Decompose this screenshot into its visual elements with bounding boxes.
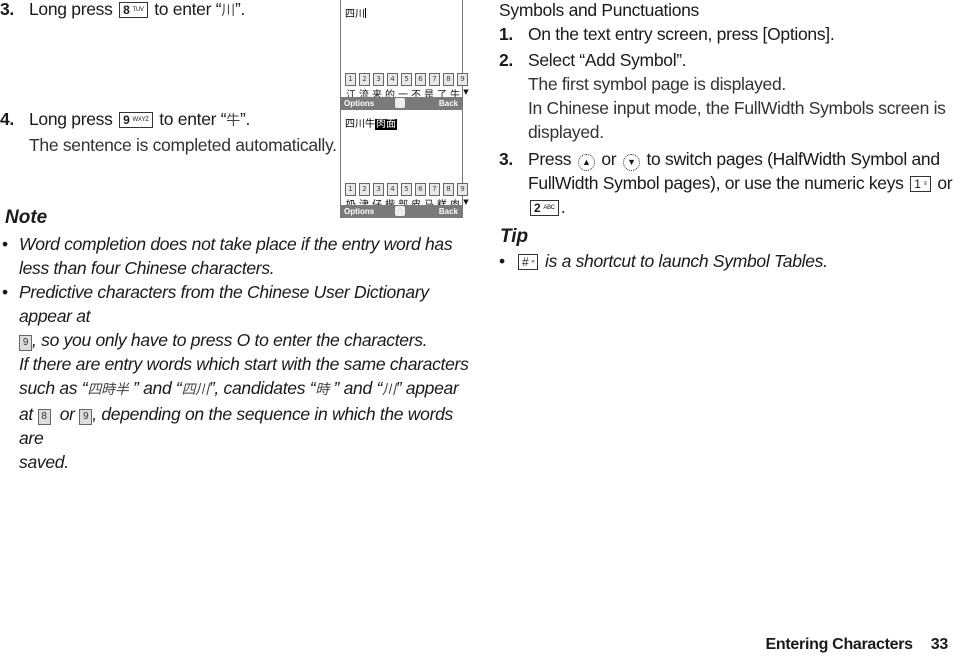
bullet-icon: • xyxy=(499,251,505,271)
entry-text: 四川 xyxy=(345,8,366,20)
page-number: 33 xyxy=(930,636,949,653)
step-text: On the text entry screen, press [Options… xyxy=(528,24,835,44)
key-8-icon: 8 xyxy=(37,409,51,425)
key-9-icon: 9 xyxy=(19,335,32,351)
phone-screen-2: 四川牛肉面 1 2 3 4 5 6 7 8 9 奶 津 仔 楷 部 皮 马 糕 … xyxy=(340,110,469,218)
num-key: 3 xyxy=(373,183,384,196)
step-subtext: In Chinese input mode, the FullWidth Sym… xyxy=(528,98,946,142)
num-key: 4 xyxy=(387,183,398,196)
page-footer: Entering Characters 33 xyxy=(765,636,949,654)
num-key: 6 xyxy=(415,183,426,196)
step-text: Select “Add Symbol”. xyxy=(528,50,687,70)
num-key: 6 xyxy=(415,73,426,86)
step-number: 3. xyxy=(499,149,513,169)
options-softkey[interactable]: Options xyxy=(344,97,374,110)
bullet-icon: • xyxy=(2,234,8,254)
char-niu: 牛 xyxy=(226,113,240,129)
note-heading: Note xyxy=(5,207,48,228)
char-chuan: 川 xyxy=(221,3,235,19)
key-9-icon: 9 WXYZ xyxy=(119,112,153,128)
step-4-left: 4. Long press 9 WXYZ to enter “牛”. The se… xyxy=(0,107,337,157)
softkey-bar: Options Back xyxy=(341,97,462,110)
num-key: 7 xyxy=(429,73,440,86)
entry-text: 四川牛肉面 xyxy=(345,119,397,130)
num-key: 5 xyxy=(401,73,412,86)
num-key: 9 xyxy=(457,183,468,196)
highlighted-completion: 肉面 xyxy=(375,119,397,130)
step-number: 1. xyxy=(499,24,513,44)
softkey-bar: Options Back xyxy=(341,205,462,218)
num-key: 1 xyxy=(345,183,356,196)
num-key: 8 xyxy=(443,183,454,196)
key-hash-icon: # « xyxy=(518,254,539,270)
bullet-icon: • xyxy=(2,282,8,302)
back-softkey[interactable]: Back xyxy=(439,205,458,218)
step-number: 3. xyxy=(0,0,14,19)
num-key: 3 xyxy=(373,73,384,86)
key-9-icon: 9 xyxy=(79,409,93,425)
nav-up-icon: ▲ xyxy=(577,154,595,171)
footer-section-title: Entering Characters xyxy=(765,636,914,653)
num-key: 9 xyxy=(457,73,468,86)
center-key-icon[interactable] xyxy=(395,206,405,216)
num-key: 4 xyxy=(387,73,398,86)
step-3-left: 3. Long press 8 TUV to enter “川”. xyxy=(0,0,246,23)
center-key-icon[interactable] xyxy=(395,98,405,108)
step-number: 4. xyxy=(0,109,14,129)
tip-heading: Tip xyxy=(500,226,529,247)
step-3-right: 3. Press ▲ or ▼ to switch pages (HalfWid… xyxy=(499,149,953,217)
more-candidates-icon[interactable]: ▼ xyxy=(462,86,470,101)
key-2-icon: 2 ABC xyxy=(530,200,559,216)
number-keys-row: 1 2 3 4 5 6 7 8 9 xyxy=(345,73,468,86)
step-subtext: The first symbol page is displayed. xyxy=(528,74,786,94)
text-cursor xyxy=(365,8,366,18)
step-subtext: The sentence is completed automatically. xyxy=(29,135,337,155)
more-candidates-icon[interactable]: ▼ xyxy=(462,196,470,211)
phone-screen-1: 四川 1 2 3 4 5 6 7 8 9 江 流 来 的 一 不 是 了 牛 ▼… xyxy=(340,0,469,110)
key-8-icon: 8 TUV xyxy=(119,2,148,18)
step-1-right: 1. On the text entry screen, press [Opti… xyxy=(499,22,835,46)
step-2-right: 2. Select “Add Symbol”. The first symbol… xyxy=(499,48,948,144)
num-key: 2 xyxy=(359,73,370,86)
num-key: 1 xyxy=(345,73,356,86)
back-softkey[interactable]: Back xyxy=(439,97,458,110)
note-list: • Word completion does not take place if… xyxy=(0,232,470,474)
nav-down-icon: ▼ xyxy=(622,154,640,171)
tip-bullet: • # « is a shortcut to launch Symbol Tabl… xyxy=(499,251,828,271)
num-key: 5 xyxy=(401,183,412,196)
num-key: 2 xyxy=(359,183,370,196)
number-keys-row: 1 2 3 4 5 6 7 8 9 xyxy=(345,183,468,196)
tip-list: • # « is a shortcut to launch Symbol Tabl… xyxy=(497,249,947,273)
section-title: Symbols and Punctuations xyxy=(499,0,700,20)
note-bullet-2: • Predictive characters from the Chinese… xyxy=(2,282,469,472)
step-number: 2. xyxy=(499,50,513,70)
options-softkey[interactable]: Options xyxy=(344,205,374,218)
num-key: 7 xyxy=(429,183,440,196)
step-text: Long press 8 TUV to enter “川”. xyxy=(29,0,246,19)
num-key: 8 xyxy=(443,73,454,86)
key-1-icon: 1 ≡ xyxy=(910,176,931,192)
note-bullet-1: • Word completion does not take place if… xyxy=(2,234,453,278)
step-text: Long press 9 WXYZ to enter “牛”. xyxy=(29,109,251,129)
